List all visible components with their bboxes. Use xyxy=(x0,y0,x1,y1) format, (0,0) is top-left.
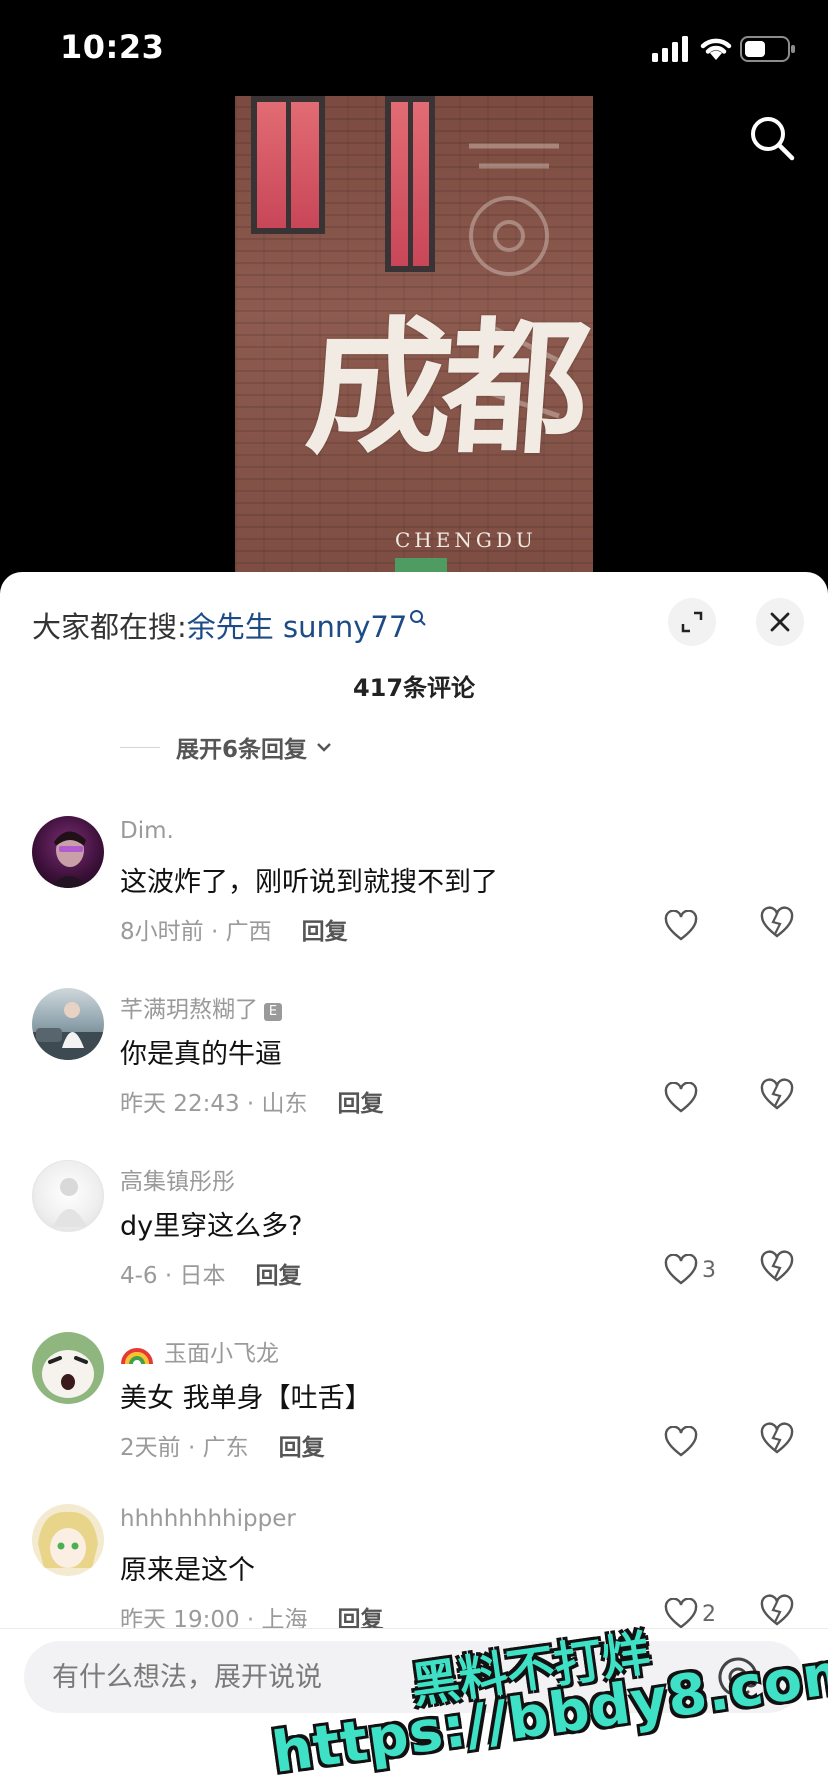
comment-input-container[interactable] xyxy=(24,1641,804,1713)
cellular-signal-icon xyxy=(652,36,688,62)
expand-sheet-button[interactable] xyxy=(668,598,716,646)
expand-icon xyxy=(681,611,703,633)
building-window xyxy=(251,96,325,234)
heart-icon xyxy=(664,1082,698,1113)
search-icon xyxy=(410,610,427,626)
expand-replies-label: 展开6条回复 xyxy=(176,737,308,763)
like-count: 2 xyxy=(702,1601,716,1627)
search-icon[interactable] xyxy=(748,114,796,162)
video-player[interactable]: 成都 CHENGDU xyxy=(235,96,593,576)
comment-sheet: 大家都在搜:余先生 sunny77 417条评论 展开6条回复 Dim. 这波炸… xyxy=(0,572,828,1792)
comment-meta: 昨天 22:43 · 山东 回复 xyxy=(120,1084,384,1118)
wall-lettering: 成都 xyxy=(301,303,586,474)
reply-button[interactable]: 回复 xyxy=(256,1263,302,1289)
broken-heart-icon[interactable] xyxy=(760,1250,794,1284)
status-bar: 10:23 xyxy=(0,0,828,100)
heart-icon xyxy=(664,1426,698,1457)
comment-time-location: 4-6 · 日本 xyxy=(120,1263,226,1289)
comment-username[interactable]: 高集镇彤彤 xyxy=(120,1162,235,1196)
comment-text: dy里穿这么多? xyxy=(120,1211,303,1242)
comment-input[interactable] xyxy=(50,1641,380,1713)
comment-username[interactable]: 玉面小飞龙 xyxy=(120,1334,279,1368)
divider xyxy=(120,746,160,748)
hot-search-prefix: 大家都在搜: xyxy=(32,610,187,644)
heart-icon xyxy=(664,910,698,941)
comment-time-location: 昨天 22:43 · 山东 xyxy=(120,1091,308,1117)
reply-button[interactable]: 回复 xyxy=(302,919,348,945)
broken-heart-icon[interactable] xyxy=(760,1594,794,1628)
comment-meta: 4-6 · 日本 回复 xyxy=(120,1256,302,1290)
heart-icon xyxy=(664,1598,698,1629)
like-button[interactable]: 3 xyxy=(664,1250,716,1290)
comment-text: 美女 我单身【吐舌】 xyxy=(120,1383,372,1414)
avatar-image xyxy=(42,1350,94,1398)
comment-item: Dim. 这波炸了，刚听说到就搜不到了 8小时前 · 广西 回复 xyxy=(0,816,828,988)
broken-heart-icon[interactable] xyxy=(760,1078,794,1112)
avatar[interactable] xyxy=(32,988,104,1060)
like-button[interactable] xyxy=(664,906,702,946)
avatar[interactable] xyxy=(32,1504,104,1576)
comment-item: 芊满玥熬糊了 E 你是真的牛逼 昨天 22:43 · 山东 回复 xyxy=(0,988,828,1160)
heart-icon xyxy=(664,1254,698,1285)
comment-username[interactable]: Dim. xyxy=(120,818,174,844)
expand-replies-button[interactable]: 展开6条回复 xyxy=(120,732,333,763)
mention-icon[interactable] xyxy=(714,1653,762,1701)
comment-item: 高集镇彤彤 dy里穿这么多? 4-6 · 日本 回复 3 xyxy=(0,1160,828,1332)
avatar[interactable] xyxy=(32,1160,104,1232)
comment-time-location: 8小时前 · 广西 xyxy=(120,919,272,945)
avatar-image xyxy=(50,831,90,888)
rainbow-icon xyxy=(121,1348,153,1365)
comment-username[interactable]: hhhhhhhhipper xyxy=(120,1506,296,1532)
broken-heart-icon[interactable] xyxy=(760,1422,794,1456)
hot-search-keyword[interactable]: 余先生 sunny77 xyxy=(187,610,408,644)
avatar-image xyxy=(32,1002,104,1060)
comment-username-text: 芊满玥熬糊了 xyxy=(120,997,258,1023)
building-window xyxy=(385,96,435,272)
avatar-image xyxy=(38,1511,98,1568)
comment-item: 玉面小飞龙 美女 我单身【吐舌】 2天前 · 广东 回复 xyxy=(0,1332,828,1504)
battery-icon xyxy=(740,36,795,62)
comment-time-location: 2天前 · 广东 xyxy=(120,1435,249,1461)
comment-text: 你是真的牛逼 xyxy=(120,1039,282,1070)
comment-username[interactable]: 芊满玥熬糊了 E xyxy=(120,990,282,1024)
like-button[interactable] xyxy=(664,1078,702,1118)
avatar[interactable] xyxy=(32,1332,104,1404)
comment-meta: 8小时前 · 广西 回复 xyxy=(120,912,348,946)
status-time: 10:23 xyxy=(60,28,165,66)
hot-search-bar[interactable]: 大家都在搜:余先生 sunny77 xyxy=(32,604,427,646)
reply-button[interactable]: 回复 xyxy=(279,1435,325,1461)
comment-input-bar xyxy=(0,1628,828,1792)
comment-meta: 2天前 · 广东 回复 xyxy=(120,1428,325,1462)
wifi-icon xyxy=(700,38,732,60)
comment-username-text: 玉面小飞龙 xyxy=(164,1341,279,1367)
like-count: 3 xyxy=(702,1257,716,1283)
close-icon xyxy=(770,612,790,632)
avatar-image xyxy=(53,1178,87,1227)
close-button[interactable] xyxy=(756,598,804,646)
comment-count: 417条评论 xyxy=(352,674,476,702)
comment-text: 原来是这个 xyxy=(120,1555,255,1586)
comment-text: 这波炸了，刚听说到就搜不到了 xyxy=(120,867,498,898)
like-button[interactable] xyxy=(664,1422,702,1462)
chevron-down-icon xyxy=(317,743,331,752)
avatar[interactable] xyxy=(32,816,104,888)
broken-heart-icon[interactable] xyxy=(760,906,794,940)
reply-button[interactable]: 回复 xyxy=(338,1091,384,1117)
wall-sublettering: CHENGDU xyxy=(395,528,537,552)
user-badge: E xyxy=(264,1003,282,1021)
